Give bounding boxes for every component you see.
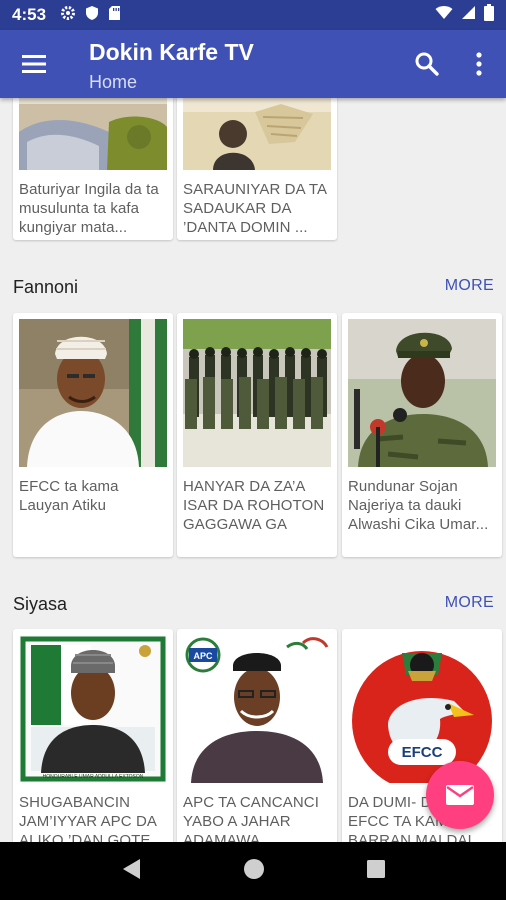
content-feed[interactable]: Baturiyar Ingila da ta musulunta ta kafa… <box>0 98 506 842</box>
card-image <box>183 98 331 170</box>
card-image <box>183 319 331 467</box>
nav-back-button[interactable] <box>120 857 142 886</box>
card-image: APC <box>183 635 331 783</box>
more-vert-icon <box>476 52 482 76</box>
card-title: APC TA CANCANCI YABO A JAHAR ADAMAWA <box>183 794 319 842</box>
nav-home-button[interactable] <box>243 858 265 885</box>
news-card[interactable]: HANYAR DA ZA’A ISAR DA ROHOTON GAGGAWA G… <box>177 313 337 557</box>
app-title: Dokin Karfe TV <box>89 39 254 65</box>
status-system-icons <box>435 4 494 26</box>
card-image: EFCC <box>348 635 496 783</box>
back-icon <box>123 858 141 879</box>
app-subtitle: Home <box>89 72 138 92</box>
news-card[interactable]: Rundunar Sojan Najeriya ta dauki Alwashi… <box>342 313 502 557</box>
section-title: Siyasa <box>13 594 68 614</box>
home-icon <box>243 858 264 879</box>
contact-fab-button[interactable] <box>426 761 494 829</box>
card-title: Rundunar Sojan Najeriya ta dauki Alwashi… <box>348 478 489 533</box>
wifi-icon <box>435 5 453 25</box>
menu-icon <box>22 55 46 73</box>
status-bar: 4:53 <box>0 0 506 30</box>
efcc-logo-text: EFCC <box>402 744 443 761</box>
card-title: HANYAR DA ZA’A ISAR DA ROHOTON GAGGAWA G… <box>183 478 325 533</box>
apc-logo-text: APC <box>193 651 213 661</box>
card-title: EFCC ta kama Lauyan Atiku <box>19 478 119 514</box>
nav-recents-button[interactable] <box>366 859 386 884</box>
system-navigation-bar <box>0 842 506 900</box>
card-image <box>19 319 167 467</box>
signal-icon <box>461 5 476 25</box>
battery-icon <box>484 4 494 26</box>
news-card[interactable]: Baturiyar Ingila da ta musulunta ta kafa… <box>13 98 173 240</box>
section-more-button[interactable]: MORE <box>445 594 494 612</box>
mail-icon <box>446 785 474 805</box>
card-image <box>19 98 167 170</box>
card-title: SARAUNIYAR DA TA SADAUKAR DA ’DANTA DOMI… <box>183 181 327 236</box>
status-notification-icons <box>60 5 121 26</box>
search-button[interactable] <box>414 51 440 77</box>
news-card[interactable]: HONOURABLE UMAR ADDULLA EXTOSON SHUGABAN… <box>13 629 173 842</box>
news-card[interactable]: SARAUNIYAR DA TA SADAUKAR DA ’DANTA DOMI… <box>177 98 337 240</box>
card-title: SHUGABANCIN JAM’IYYAR APC DA ALIKO ’DAN … <box>19 794 164 842</box>
news-card[interactable]: APC APC TA CANCANCI YABO A JAHAR ADAMAWA <box>177 629 337 842</box>
card-image <box>348 319 496 467</box>
menu-button[interactable] <box>20 52 48 76</box>
sd-card-icon <box>108 5 121 26</box>
shield-icon <box>85 5 99 26</box>
poster-caption-text: HONOURABLE UMAR ADDULLA EXTOSON <box>43 774 144 780</box>
news-card[interactable]: EFCC ta kama Lauyan Atiku <box>13 313 173 557</box>
more-options-button[interactable] <box>470 50 488 78</box>
status-time: 4:53 <box>12 5 47 24</box>
search-icon <box>415 52 439 76</box>
card-title: Baturiyar Ingila da ta musulunta ta kafa… <box>19 181 159 236</box>
settings-icon <box>60 5 76 26</box>
card-image: HONOURABLE UMAR ADDULLA EXTOSON <box>19 635 167 783</box>
section-more-button[interactable]: MORE <box>445 277 494 295</box>
recents-icon <box>366 859 385 878</box>
section-title: Fannoni <box>13 277 79 297</box>
app-bar: Dokin Karfe TV Home <box>0 30 506 98</box>
